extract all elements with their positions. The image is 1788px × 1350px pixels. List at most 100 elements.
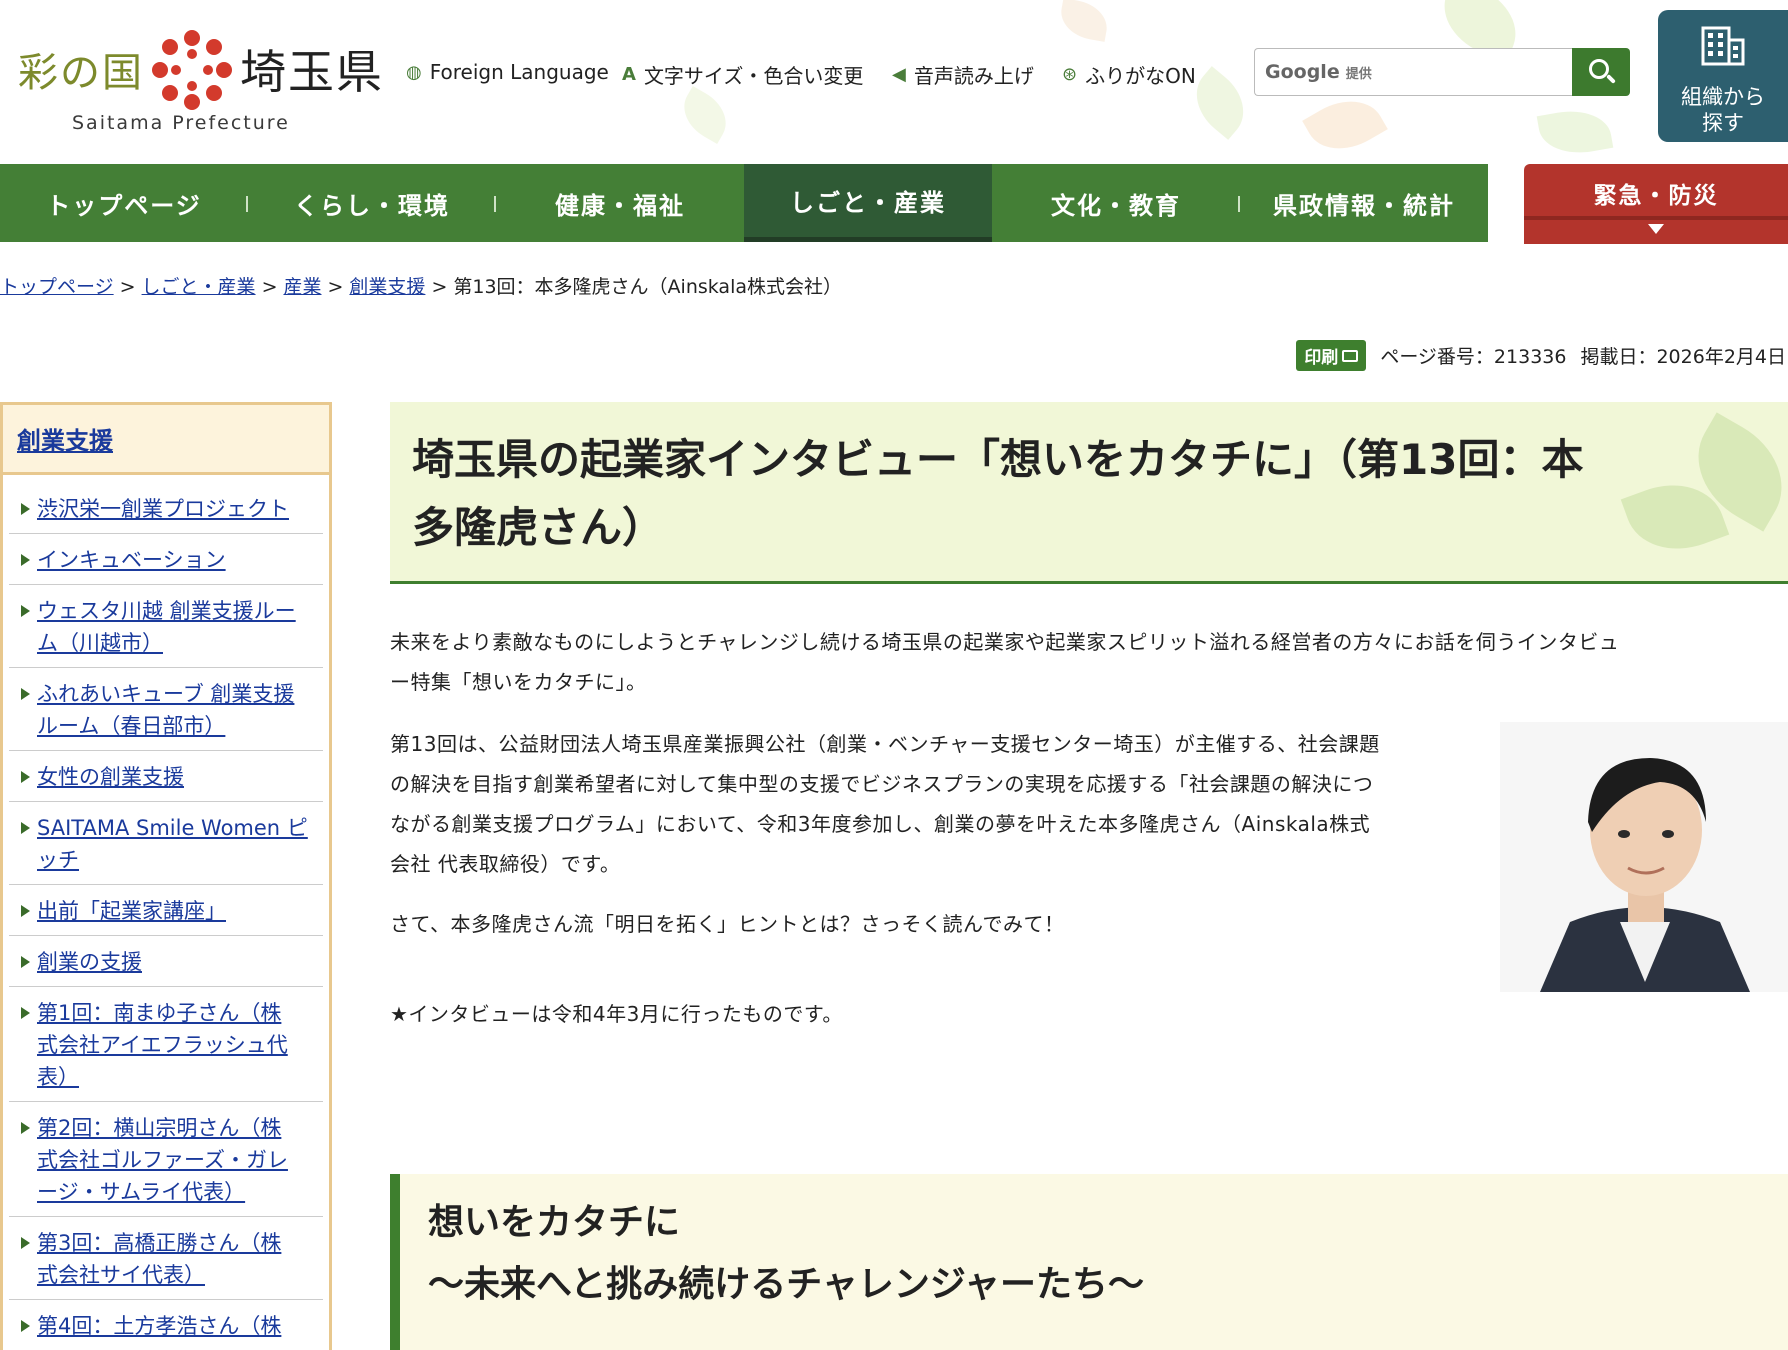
sidebar-item[interactable]: 創業の支援 — [9, 936, 323, 987]
sidebar-item[interactable]: 出前「起業家講座」 — [9, 885, 323, 936]
portrait-illustration — [1500, 722, 1788, 992]
emergency-disaster-button[interactable]: 緊急・防災 — [1524, 164, 1788, 244]
search-button[interactable] — [1572, 48, 1630, 96]
print-button[interactable]: 印刷 — [1296, 340, 1367, 371]
sidebar-item-link[interactable]: 第2回：横山宗明さん（株 式会社ゴルファーズ・ガレ ージ・サムライ代表） — [37, 1116, 288, 1204]
sidebar-item-link[interactable]: インキュベーション — [37, 548, 226, 572]
nav-item-health[interactable]: 健康・福祉 — [496, 164, 744, 242]
sidebar-item-line: ウェスタ川越 創業支援ルー — [37, 599, 296, 623]
sidebar-item-line: 第1回：南まゆ子さん（株 — [37, 1001, 282, 1025]
sidebar-item-line: 表） — [37, 1065, 79, 1089]
breadcrumb-link-industry[interactable]: 産業 — [283, 276, 321, 298]
body-line: ながる創業支援プログラム」において、令和3年度参加し、創業の夢を叶えた本多隆虎さ… — [390, 812, 1371, 836]
sidebar-item-link[interactable]: 第4回：土方孝浩さん（株 — [37, 1314, 281, 1338]
sidebar-item[interactable]: 女性の創業支援 — [9, 751, 323, 802]
sidebar-heading-link[interactable]: 創業支援 — [17, 421, 113, 456]
sidebar-item-line: ルーム（春日部市） — [37, 714, 226, 738]
text-size-color-link[interactable]: A 文字サイズ・色合い変更 — [622, 60, 863, 89]
lead-paragraph: さて、本多隆虎さん流「明日を拓く」ヒントとは？さっそく読んでみて！ — [390, 904, 1500, 944]
nav-item-living[interactable]: くらし・環境 — [248, 164, 496, 242]
sidebar: 創業支援 渋沢栄一創業プロジェクト インキュベーションウェスタ川越 創業支援ルーム… — [0, 402, 332, 1350]
triangle-right-icon — [21, 1122, 30, 1134]
site-header: 彩の国 埼玉県 Saitama Prefecture ◍ Foreign Lan… — [0, 0, 1788, 164]
sidebar-item[interactable]: 渋沢栄一創業プロジェクト — [9, 483, 323, 534]
sidebar-item-link[interactable]: 創業の支援 — [37, 950, 142, 974]
print-icon — [1342, 349, 1359, 362]
posted-date: 掲載日：2026年2月4日 — [1580, 346, 1786, 368]
interviewee-photo — [1500, 722, 1788, 992]
nav-item-culture[interactable]: 文化・教育 — [992, 164, 1240, 242]
print-label: 印刷 — [1304, 348, 1339, 368]
nav-item-prefectural-info[interactable]: 県政情報・統計 — [1240, 164, 1488, 242]
nav-label: くらし・環境 — [294, 191, 450, 220]
sidebar-item-link[interactable]: 渋沢栄一創業プロジェクト — [37, 497, 289, 521]
sidebar-item[interactable]: ウェスタ川越 創業支援ルー ム（川越市） — [9, 585, 323, 668]
page-title-line1: 埼玉県の起業家インタビュー「想いをカタチに」（第13回：本 — [412, 435, 1584, 484]
sidebar-item-link[interactable]: SAITAMA Smile Women ピッチ — [37, 816, 308, 872]
sidebar-item[interactable]: 第2回：横山宗明さん（株 式会社ゴルファーズ・ガレ ージ・サムライ代表） — [9, 1102, 323, 1217]
triangle-right-icon — [21, 905, 30, 917]
nav-label: 文化・教育 — [1051, 191, 1181, 220]
sidebar-item-link[interactable]: 第1回：南まゆ子さん（株 式会社アイエフラッシュ代 表） — [37, 1001, 288, 1089]
interview-note-text: ★インタビューは令和4年3月に行ったものです。 — [390, 1002, 843, 1026]
sidebar-heading: 創業支援 — [3, 405, 329, 475]
decorative-leaf — [1302, 85, 1388, 164]
read-aloud-link[interactable]: ◀ 音声読み上げ — [892, 60, 1034, 89]
furigana-toggle[interactable]: ⊛ ふりがなON — [1062, 60, 1196, 89]
breadcrumb-separator: > — [431, 276, 448, 298]
sidebar-item-line: 式会社アイエフラッシュ代 — [37, 1033, 288, 1057]
speaker-icon: ◀ — [892, 64, 906, 85]
breadcrumb-link-startup[interactable]: 創業支援 — [349, 276, 425, 298]
breadcrumb-separator: > — [327, 276, 344, 298]
sidebar-item-link[interactable]: 第3回：高橋正勝さん（株 式会社サイ代表） — [37, 1231, 281, 1287]
logo-english-name: Saitama Prefecture — [72, 112, 290, 134]
page-title-line2: 多隆虎さん） — [412, 503, 665, 552]
triangle-right-icon — [21, 956, 30, 968]
sidebar-item-link[interactable]: ウェスタ川越 創業支援ルー ム（川越市） — [37, 599, 296, 655]
sidebar-item-link[interactable]: 出前「起業家講座」 — [37, 899, 226, 923]
sidebar-item[interactable]: SAITAMA Smile Women ピッチ — [9, 802, 323, 885]
section-heading-line2: ～未来へと挑み続けるチャレンジャーたち～ — [428, 1264, 1145, 1305]
breadcrumb-link-top[interactable]: トップページ — [0, 276, 114, 298]
page-meta: 印刷 ページ番号：213336 掲載日：2026年2月4日 — [1296, 340, 1786, 371]
body-line: 第13回は、公益財団法人埼玉県産業振興公社（創業・ベンチャー支援センター埼玉）が… — [390, 732, 1380, 756]
building-icon — [1701, 26, 1745, 66]
sidebar-item-line: インキュベーション — [37, 548, 226, 572]
site-logo[interactable]: 彩の国 埼玉県 Saitama Prefecture — [14, 20, 384, 140]
sidebar-item-link[interactable]: 女性の創業支援 — [37, 765, 184, 789]
breadcrumb-current: 第13回：本多隆虎さん（Ainskala株式会社） — [453, 276, 842, 298]
section-heading: 想いをカタチに ～未来へと挑み続けるチャレンジャーたち～ — [390, 1174, 1788, 1350]
breadcrumb-separator: > — [119, 276, 136, 298]
foreign-language-label: Foreign Language — [429, 60, 609, 84]
sidebar-item[interactable]: 第3回：高橋正勝さん（株 式会社サイ代表） — [9, 1217, 323, 1300]
breadcrumb: トップページ > しごと・産業 > 産業 > 創業支援 > 第13回：本多隆虎さん（Ainska… — [0, 272, 842, 299]
sidebar-item-line: ッチ — [37, 848, 79, 872]
foreign-language-link[interactable]: ◍ Foreign Language — [406, 60, 609, 84]
triangle-right-icon — [21, 1237, 30, 1249]
org-label-line2: 探す — [1702, 111, 1744, 135]
sidebar-item[interactable]: ふれあいキューブ 創業支援 ルーム（春日部市） — [9, 668, 323, 751]
sidebar-item-line: 式会社ゴルファーズ・ガレ — [37, 1148, 288, 1172]
body-line: 会社 代表取締役）です。 — [390, 852, 621, 876]
sidebar-item-link[interactable]: ふれあいキューブ 創業支援 ルーム（春日部市） — [37, 682, 294, 738]
sidebar-item[interactable]: 第1回：南まゆ子さん（株 式会社アイエフラッシュ代 表） — [9, 987, 323, 1102]
sidebar-item-line: ム（川越市） — [37, 631, 163, 655]
furigana-label: ふりがなON — [1085, 64, 1196, 88]
triangle-right-icon — [21, 771, 30, 783]
search-input[interactable]: Google 提供 — [1254, 48, 1572, 96]
body-paragraph: 第13回は、公益財団法人埼玉県産業振興公社（創業・ベンチャー支援センター埼玉）が… — [390, 724, 1500, 884]
nav-label: 健康・福祉 — [555, 191, 685, 220]
body-line: の解決を目指す創業希望者に対して集中型の支援でビジネスプランの実現を応援する「社… — [390, 772, 1374, 796]
breadcrumb-link-work[interactable]: しごと・産業 — [142, 276, 256, 298]
triangle-right-icon — [21, 1007, 30, 1019]
sidebar-item[interactable]: インキュベーション — [9, 534, 323, 585]
nav-item-work-industry[interactable]: しごと・産業 — [744, 164, 992, 242]
nav-label: トップページ — [46, 191, 202, 220]
find-by-organization-button[interactable]: 組織から 探す — [1658, 10, 1788, 142]
page-title: 埼玉県の起業家インタビュー「想いをカタチに」（第13回：本 多隆虎さん） — [412, 426, 1772, 562]
sidebar-item-line: ージ・サムライ代表） — [37, 1180, 246, 1204]
emergency-label: 緊急・防災 — [1593, 183, 1719, 209]
sidebar-item[interactable]: 第4回：土方孝浩さん（株 — [9, 1300, 323, 1350]
section-heading-text: 想いをカタチに ～未来へと挑み続けるチャレンジャーたち～ — [428, 1192, 1144, 1316]
nav-item-top[interactable]: トップページ — [0, 164, 248, 242]
